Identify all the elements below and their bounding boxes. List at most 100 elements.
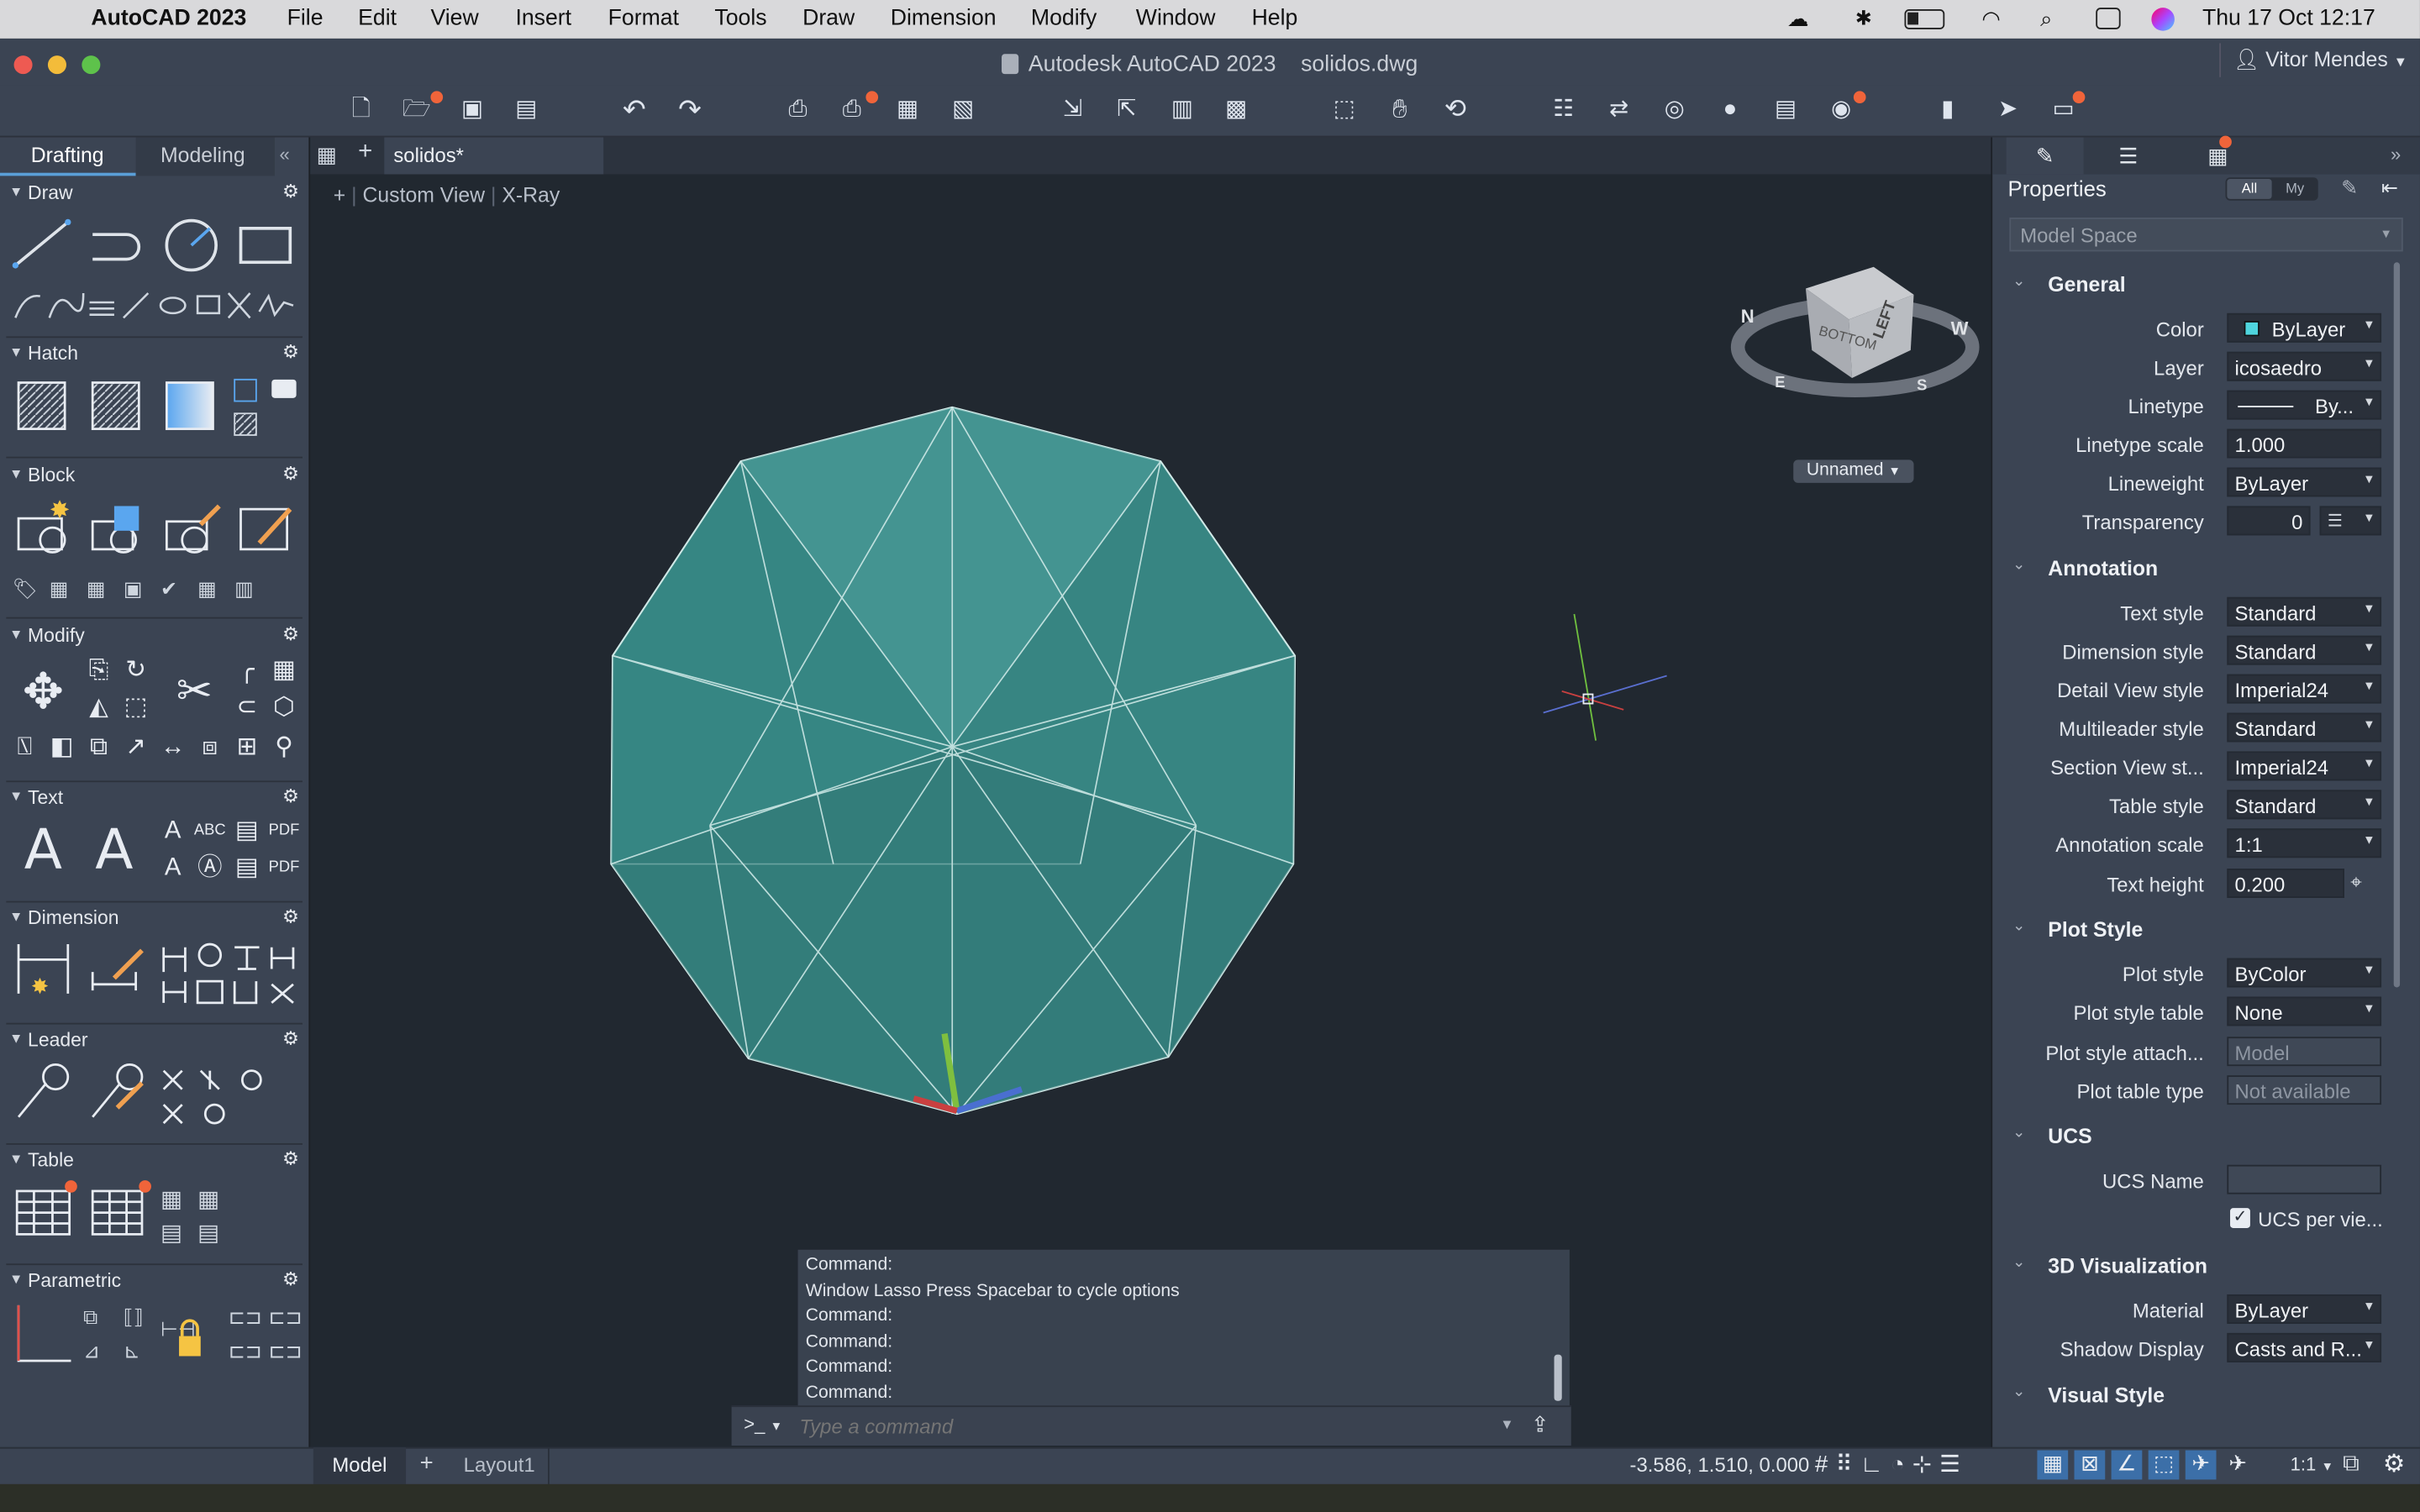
ucs-per-viewport-checkbox[interactable]: ✓ xyxy=(2230,1208,2250,1229)
table-style-icon[interactable] xyxy=(91,1189,144,1236)
pdf-import-icon[interactable]: PDF xyxy=(266,852,302,885)
hatch-edit-icon[interactable] xyxy=(91,381,140,430)
tag-icon[interactable]: 🏷︎ xyxy=(13,578,38,601)
erase-icon[interactable]: ◧ xyxy=(43,732,80,765)
mirror-icon[interactable]: ◭ xyxy=(81,691,118,725)
hatch-tool-icon[interactable] xyxy=(17,381,66,430)
pan-hand-icon[interactable]: ✋︎ xyxy=(1383,94,1417,125)
circle-tool-icon[interactable] xyxy=(165,218,218,272)
menu-view[interactable]: View xyxy=(430,6,478,30)
prop-text-height-field[interactable]: 0.200 xyxy=(2227,869,2344,898)
section-block[interactable]: ▼ Block ⚙ xyxy=(0,463,308,491)
menu-format[interactable]: Format xyxy=(608,6,679,30)
publish-icon[interactable]: ▦ xyxy=(891,94,924,125)
isodraft-icon[interactable]: ▦ xyxy=(2037,1450,2069,1480)
collinear-icon[interactable]: ⟦⟧ xyxy=(124,1306,144,1329)
menu-draw[interactable]: Draw xyxy=(802,6,855,30)
section-hatch[interactable]: ▼ Hatch ⚙ xyxy=(0,341,308,369)
section-leader[interactable]: ▼ Leader ⚙ xyxy=(0,1027,308,1055)
prop-layer-dropdown[interactable]: icosaedro ▼ xyxy=(2227,351,2382,381)
section-dimension[interactable]: ▼ Dimension ⚙ xyxy=(0,906,308,933)
app-menu[interactable]: AutoCAD 2023 xyxy=(91,6,246,30)
orbit-icon[interactable]: ⟲ xyxy=(1439,94,1472,125)
annotation-visibility-icon[interactable]: ✈ xyxy=(2185,1450,2217,1480)
new-file-icon[interactable]: 🗋︎ xyxy=(345,94,378,125)
xline-tool-icon[interactable] xyxy=(227,292,251,319)
gradient-tool-icon[interactable] xyxy=(165,381,214,430)
tab-solidos[interactable]: solidos* xyxy=(384,137,604,175)
polar-icon[interactable]: ◔ xyxy=(1891,1452,1912,1478)
layer-icon[interactable]: ◎ xyxy=(1658,94,1691,125)
boundary-tool-icon[interactable] xyxy=(234,378,257,402)
prop-table-style-dropdown[interactable]: Standard ▼ xyxy=(2227,790,2382,820)
attribute-extract-icon[interactable]: ▦ xyxy=(197,578,217,601)
text-scale-icon[interactable]: ▤ xyxy=(229,852,266,885)
design-center-icon[interactable]: ▤ xyxy=(1769,94,1802,125)
break-icon[interactable]: ↔ xyxy=(155,732,192,765)
radius-dimension-icon[interactable] xyxy=(197,942,223,968)
layers-tab-icon[interactable]: ☰ xyxy=(2105,137,2151,174)
save-icon[interactable]: ▣ xyxy=(455,94,489,125)
section-modify[interactable]: ▼ Modify ⚙ xyxy=(0,623,308,651)
section-parametric[interactable]: ▼ Parametric ⚙ xyxy=(0,1268,308,1296)
selection-cycling-icon[interactable]: ⬚ xyxy=(2148,1450,2180,1480)
prop-shadow-display-dropdown[interactable]: Casts and R... ▼ xyxy=(2227,1332,2382,1362)
command-prompt-icon[interactable]: >_ ▼ xyxy=(744,1413,782,1435)
new-tab-icon[interactable]: + xyxy=(358,139,372,166)
rectangle-tool-icon[interactable] xyxy=(239,226,292,265)
3d-box-icon[interactable]: ⬡ xyxy=(266,691,302,725)
vertical-constraint-icon[interactable]: ⊏⊐ xyxy=(229,1306,262,1329)
send-icon[interactable]: ➤ xyxy=(1991,94,2024,125)
pick-point-icon[interactable]: ⌖ xyxy=(2350,870,2361,895)
menu-help[interactable]: Help xyxy=(1252,6,1298,30)
pdf-text-icon[interactable]: PDF xyxy=(266,815,302,848)
command-input[interactable] xyxy=(799,1410,1510,1441)
align-leader-icon[interactable] xyxy=(240,1069,262,1091)
expand-panel-icon[interactable]: » xyxy=(2391,144,2401,165)
3d-osnap-icon[interactable]: ⊠ xyxy=(2074,1450,2106,1480)
scale-icon[interactable]: ⧉ xyxy=(81,732,118,765)
save-as-icon[interactable]: ▤ xyxy=(509,94,543,125)
properties-icon[interactable]: ☷ xyxy=(1546,94,1580,125)
add-leader-icon[interactable] xyxy=(162,1069,183,1090)
text-align-icon[interactable]: A xyxy=(155,852,192,885)
command-history-dropdown-icon[interactable]: ▼ xyxy=(1500,1416,1513,1431)
dimension-break-icon[interactable] xyxy=(271,983,294,1004)
remove-leader-icon[interactable] xyxy=(199,1069,220,1090)
prop-ucs-name-field[interactable] xyxy=(2227,1164,2382,1194)
cleanup-icon[interactable]: ⚲ xyxy=(266,732,302,765)
radial-constraint-icon[interactable]: ⊏⊐ xyxy=(269,1340,302,1362)
open-file-icon[interactable]: 🗁︎ xyxy=(400,94,434,125)
workspace-icon[interactable]: ⧉ xyxy=(2343,1450,2360,1476)
ortho-icon[interactable]: ∟ xyxy=(1860,1452,1891,1478)
revcloud-tool-icon[interactable] xyxy=(258,293,294,318)
section-table[interactable]: ▼ Table ⚙ xyxy=(0,1148,308,1176)
stretch-icon[interactable]: ⬚ xyxy=(118,691,155,725)
explode-icon[interactable]: ↗ xyxy=(118,732,155,765)
prop-dimension-style-dropdown[interactable]: Standard ▼ xyxy=(2227,635,2382,665)
prop-transparency-field[interactable]: 0 xyxy=(2227,506,2311,536)
control-center-icon[interactable] xyxy=(2096,8,2121,29)
prop-lineweight-dropdown[interactable]: ByLayer ▼ xyxy=(2227,467,2382,497)
menu-edit[interactable]: Edit xyxy=(358,6,397,30)
battery-icon[interactable] xyxy=(1904,9,1945,29)
attribute-sync-icon[interactable]: ✔ xyxy=(160,578,177,601)
trim-scissors-icon[interactable]: ✂ xyxy=(164,660,225,722)
filter-all-button[interactable]: All xyxy=(2227,179,2272,199)
parallel-icon[interactable]: ⊿ xyxy=(83,1340,100,1362)
menu-dimension[interactable]: Dimension xyxy=(891,6,997,30)
wifi-icon[interactable]: ◠ xyxy=(1981,6,2000,32)
object-selector[interactable]: Model Space ▼ xyxy=(2009,217,2403,252)
superhatch-tool-icon[interactable] xyxy=(234,412,257,436)
data-extract-icon[interactable]: ▦ xyxy=(197,1185,219,1211)
menu-insert[interactable]: Insert xyxy=(515,6,571,30)
category-general[interactable]: ⌄ General xyxy=(1992,270,2409,303)
category-plot-style[interactable]: ⌄ Plot Style xyxy=(1992,915,2409,948)
prop-detail-view-style-dropdown[interactable]: Imperial24 ▼ xyxy=(2227,674,2382,704)
lineweight-icon[interactable]: ☰ xyxy=(1939,1452,1968,1478)
multiline-text-icon[interactable]: A xyxy=(13,820,74,882)
ray-tool-icon[interactable] xyxy=(123,292,150,319)
table-export-icon[interactable]: ▤ xyxy=(160,1220,182,1246)
annotation-scale-dropdown[interactable]: 1:1 ▼ xyxy=(2291,1453,2333,1475)
category-3d-visualization[interactable]: ⌄ 3D Visualization xyxy=(1992,1252,2409,1285)
